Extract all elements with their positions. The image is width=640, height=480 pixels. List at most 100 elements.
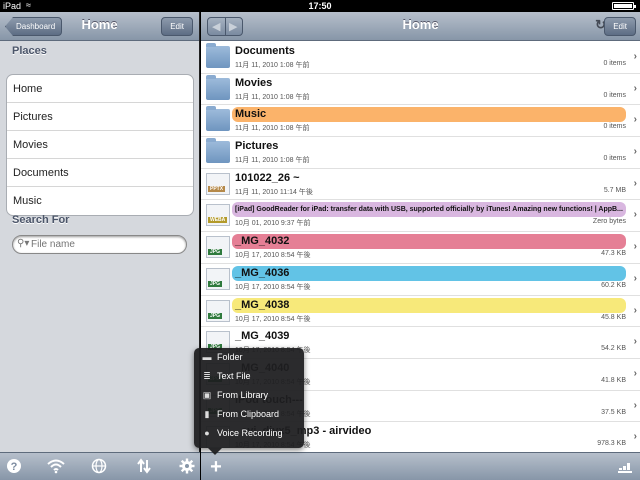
folder-icon [206, 74, 230, 100]
file-date: 10月 17, 2010 8:54 午後 [235, 252, 311, 260]
menu-item-from-library[interactable]: ▣ From Library [194, 386, 304, 405]
folder-icon [206, 43, 230, 68]
file-date: 11月 11, 2010 1:08 午前 [235, 125, 310, 133]
file-size: 41.8 KB [601, 376, 626, 384]
file-type-badge: JPG [208, 249, 223, 256]
clock: 17:50 [308, 1, 332, 11]
file-type-badge: WEBA [208, 217, 228, 224]
chevron-right-icon[interactable]: › [634, 146, 637, 157]
add-popup-menu: ▬ Folder ≣ Text File ▣ From Library ▮ From Clip… [194, 348, 304, 455]
chevron-right-icon[interactable]: › [634, 83, 637, 94]
battery-icon [612, 2, 636, 10]
file-name: _MG_4032 [232, 234, 626, 250]
svg-text:?: ? [11, 461, 18, 473]
file-size: 0 items [603, 123, 626, 131]
file-row[interactable]: Pictures 11月 11, 2010 1:08 午前 0 items › [201, 137, 640, 169]
places-list: Home Pictures Movies Documents Music [6, 74, 194, 216]
file-type-badge: JPG [208, 280, 223, 287]
file-name: _MG_4036 [232, 265, 626, 281]
file-date: 10月 01, 2010 9:37 午前 [235, 220, 311, 228]
photo-library-icon: ▣ [202, 390, 212, 400]
sidebar-nav-bar: Dashboard Home Edit [0, 12, 199, 41]
main-toolbar: + [201, 452, 640, 480]
file-row[interactable]: WEBA [iPad] GoodReader for iPad: transfer… [201, 200, 640, 233]
search-box[interactable]: ⚲▾ [12, 235, 187, 254]
chevron-right-icon[interactable]: › [634, 336, 637, 347]
chevron-right-icon[interactable]: › [634, 178, 637, 189]
file-size: 0 items [603, 155, 626, 163]
add-icon[interactable]: + [205, 456, 227, 478]
folder-icon [206, 138, 230, 164]
file-date: 11月 11, 2010 1:08 午前 [235, 157, 310, 165]
menu-item-voice-recording[interactable]: ● Voice Recording [194, 424, 304, 443]
file-size: 0 items [603, 60, 626, 67]
file-row[interactable]: JPG _MG_4036 10月 17, 2010 8:54 午後 60.2 KB › [201, 264, 640, 296]
chevron-right-icon[interactable]: › [634, 209, 637, 220]
menu-item-label: Voice Recording [217, 428, 283, 438]
chevron-right-icon[interactable]: › [634, 241, 637, 252]
file-date: 11月 11, 2010 11:14 午後 [235, 188, 313, 196]
help-icon[interactable]: ? [5, 458, 23, 476]
file-row[interactable]: JPG _MG_4038 10月 17, 2010 8:54 午後 45.8 KB › [201, 296, 640, 328]
chevron-right-icon[interactable]: › [634, 51, 637, 62]
menu-item-label: Folder [217, 352, 243, 362]
sidebar-item-movies[interactable]: Movies [7, 131, 193, 159]
sidebar-edit-button[interactable]: Edit [161, 17, 193, 36]
file-row[interactable]: JPG _MG_4032 10月 17, 2010 8:54 午後 47.3 KB › [201, 232, 640, 264]
sidebar-toolbar: ? [0, 452, 200, 480]
file-date: 10月 17, 2010 8:54 午後 [235, 315, 311, 323]
file-size: 47.3 KB [601, 250, 626, 258]
menu-item-text-file[interactable]: ≣ Text File [194, 367, 304, 386]
jpg-icon: JPG [206, 236, 230, 259]
file-size: 60.2 KB [601, 281, 626, 289]
menu-item-label: From Library [217, 390, 269, 400]
chevron-right-icon[interactable]: › [634, 305, 637, 316]
folder-icon [206, 106, 230, 132]
sidebar: Dashboard Home Edit Places Home Pictures… [0, 12, 200, 480]
places-heading: Places [12, 45, 47, 57]
file-name: Documents [235, 45, 295, 57]
menu-item-folder[interactable]: ▬ Folder [194, 348, 304, 367]
main-edit-button[interactable]: Edit [604, 17, 636, 36]
sort-icon[interactable] [616, 458, 634, 476]
gear-icon[interactable] [178, 458, 196, 476]
sidebar-item-music[interactable]: Music [7, 187, 193, 215]
search-input[interactable] [31, 237, 181, 252]
file-row[interactable]: Documents 11月 11, 2010 1:08 午前 0 items › [201, 42, 640, 74]
file-type-badge: JPG [208, 312, 223, 319]
sidebar-item-home[interactable]: Home [7, 75, 193, 103]
search-icon: ⚲▾ [17, 238, 30, 249]
file-name: [iPad] GoodReader for iPad: transfer dat… [232, 202, 626, 218]
file-row[interactable]: PPTX 101022_26 ~ 11月 11, 2010 11:14 午後 5.7 … [201, 169, 640, 201]
webarchive-icon: WEBA [206, 204, 230, 227]
globe-icon[interactable] [90, 458, 108, 476]
file-size: 978.3 KB [597, 440, 626, 448]
chevron-right-icon[interactable]: › [634, 431, 637, 442]
wifi-icon[interactable] [47, 458, 65, 476]
transfer-icon[interactable] [135, 458, 153, 476]
file-size: 54.2 KB [601, 345, 626, 353]
chevron-right-icon[interactable]: › [634, 114, 637, 125]
pptx-icon: PPTX [206, 172, 230, 195]
file-row[interactable]: Music 11月 11, 2010 1:08 午前 0 items › [201, 105, 640, 138]
chevron-right-icon[interactable]: › [634, 368, 637, 379]
file-size: 37.5 KB [601, 408, 626, 416]
chevron-right-icon[interactable]: › [634, 400, 637, 411]
file-date: 11月 11, 2010 1:08 午前 [235, 62, 310, 69]
main-nav-bar: ◀ ▶ Home ↻ Edit [201, 12, 640, 41]
sidebar-item-documents[interactable]: Documents [7, 159, 193, 187]
file-size: 45.8 KB [601, 313, 626, 321]
menu-item-from-clipboard[interactable]: ▮ From Clipboard [194, 405, 304, 424]
chevron-right-icon[interactable]: › [634, 273, 637, 284]
clipboard-icon: ▮ [204, 409, 210, 419]
file-size: Zero bytes [592, 218, 626, 226]
menu-item-label: From Clipboard [217, 409, 280, 419]
file-size: 5.7 MB [603, 186, 626, 194]
file-name: _MG_4039 [235, 330, 290, 343]
microphone-icon: ● [204, 428, 210, 438]
file-row[interactable]: Movies 11月 11, 2010 1:08 午前 0 items › [201, 74, 640, 106]
sidebar-item-pictures[interactable]: Pictures [7, 103, 193, 131]
page-title: Home [402, 17, 439, 32]
status-bar: iPad ≈ 17:50 [0, 0, 640, 12]
text-file-icon: ≣ [203, 371, 211, 381]
